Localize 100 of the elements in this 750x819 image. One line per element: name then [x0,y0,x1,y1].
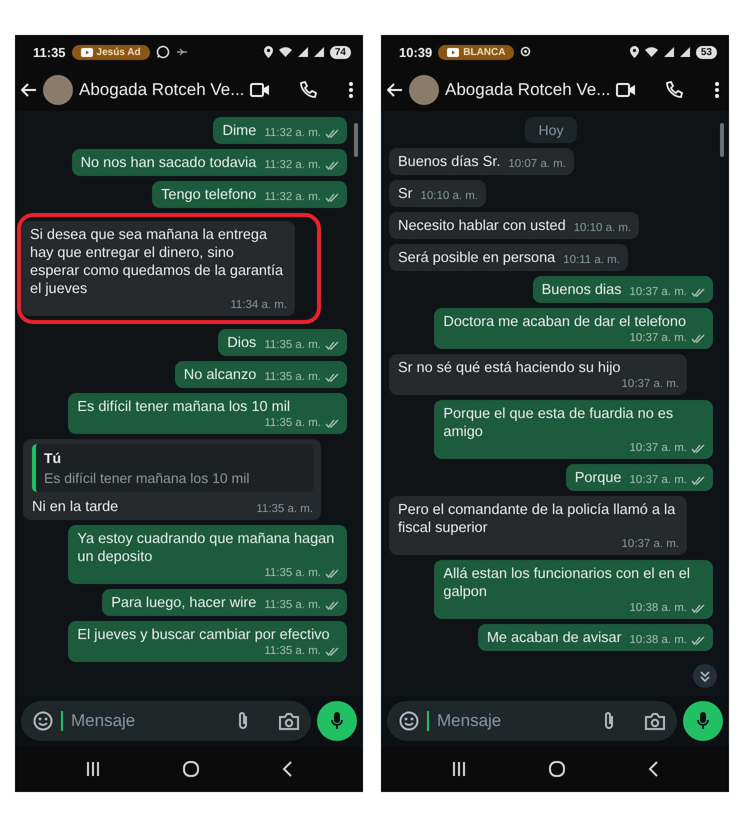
message-text: Doctora me acaban de dar el telefono [443,313,686,331]
message-text: Si desea que sea mañana la entrega hay que entregar el dinero, sino esperar como quedamos de la garantía el jueves [30,226,284,298]
double-check-icon [325,600,339,610]
home-icon[interactable] [182,761,199,777]
message-time: 10:38 a. m. [629,601,687,615]
home-icon[interactable] [548,761,565,777]
received-message-bubble[interactable]: Tú Es difícil tener mañana los 10 mil Ni en la tarde 11:35 a. m. [23,439,322,520]
sticker-icon[interactable] [33,711,53,731]
message-time: 10:37 a. m. [629,441,687,455]
video-icon [447,48,460,56]
notification-pill: BLANCA [438,44,514,60]
message-text: Sr [398,185,412,203]
sent-message-bubble[interactable]: Dios 11:35 a. m. [218,329,347,356]
message-time: 11:35 a. m. [264,416,321,430]
sent-message-bubble[interactable]: Dime 11:32 a. m. [213,117,347,144]
sent-message-bubble[interactable]: El jueves y buscar cambiar por efectivo 11:35 a. m. [68,621,347,662]
message-time: 10:11 a. m. [563,253,620,267]
quoted-message[interactable]: Tú Es difícil tener mañana los 10 mil [32,444,314,492]
video-call-icon[interactable] [250,83,270,97]
sent-message-bubble[interactable]: Porque 10:37 a. m. [566,464,713,491]
sent-message-bubble[interactable]: Buenos dias 10:37 a. m. [532,276,713,303]
more-options-icon[interactable] [715,82,719,98]
message-time: 10:10 a. m. [574,221,632,235]
message-time: 11:32 a. m. [264,190,321,204]
double-check-icon [325,128,339,138]
message-time: 10:37 a. m. [629,331,687,345]
sent-message-bubble[interactable]: No alcanzo 11:35 a. m. [174,361,347,388]
message-time: 10:10 a. m. [420,189,478,203]
sent-message-bubble[interactable]: Allá estan los funcionarios con el en el galpon 10:38 a. m. [434,560,713,619]
double-check-icon [325,646,339,656]
microphone-icon [331,712,343,730]
back-icon[interactable] [648,761,658,777]
message-input[interactable]: Mensaje [437,711,595,731]
text-cursor [61,711,63,731]
attach-icon[interactable] [603,711,615,731]
message-text: Tengo telefono [161,186,256,204]
location-icon [520,46,532,58]
video-call-icon[interactable] [616,83,636,97]
more-options-icon[interactable] [349,82,353,98]
received-message-bubble[interactable]: Sr 10:10 a. m. [389,180,486,207]
message-text: Dios [227,334,256,352]
sent-message-bubble[interactable]: Es difícil tener mañana los 10 mil 11:35 a. m. [68,393,347,434]
message-text: Es difícil tener mañana los 10 mil [77,398,290,416]
received-message-bubble[interactable]: Pero el comandante de la policía llamó a la fiscal superior 10:37 a. m. [389,496,688,555]
received-message-bubble[interactable]: Buenos días Sr. 10:07 a. m. [389,148,574,175]
double-check-icon [691,444,705,452]
message-input[interactable]: Mensaje [71,711,229,731]
attach-icon[interactable] [237,711,249,731]
quote-text: Es difícil tener mañana los 10 mil [44,469,250,487]
received-message-bubble[interactable]: Necesito hablar con usted 10:10 a. m. [389,212,640,239]
message-text: Porque el que esta de fuardia no es amigo [443,405,674,441]
message-text: Será posible en persona [398,249,556,267]
message-text: Porque [574,469,622,487]
contact-avatar[interactable] [43,75,73,105]
received-message-bubble[interactable]: Será posible en persona 10:11 a. m. [389,244,628,271]
message-input-field[interactable]: Mensaje [21,701,311,741]
sent-message-bubble[interactable]: No nos han sacado todavia 11:32 a. m. [72,149,347,176]
microphone-button[interactable] [317,701,357,741]
message-text: Ya estoy cuadrando que mañana hagan un deposito [77,530,336,566]
sent-message-bubble[interactable]: Doctora me acaban de dar el telefono 10:37 a. m. [434,308,713,349]
message-time: 10:07 a. m. [508,157,566,171]
microphone-button[interactable] [683,701,723,741]
signal-icon [314,47,324,57]
message-time: 10:37 a. m. [629,473,687,487]
sent-message-bubble[interactable]: Para luego, hacer wire 11:35 a. m. [102,589,347,616]
battery-level: 53 [696,46,717,58]
back-arrow-icon[interactable] [387,83,403,97]
sent-message-bubble[interactable]: Tengo telefono 11:32 a. m. [152,181,347,208]
message-input-field[interactable]: Mensaje [387,701,677,741]
received-message-bubble[interactable]: Si desea que sea mañana la entrega hay que entregar el dinero, sino esperar como quedamos de la garantía el jueves 11:34 a. m. [21,221,296,316]
phone-icon[interactable] [664,81,683,99]
recent-apps-icon[interactable] [452,762,466,776]
double-check-icon [691,604,705,612]
message-time: 11:32 a. m. [264,126,321,140]
sent-message-bubble[interactable]: Porque el que esta de fuardia no es amigo 10:37 a. m. [434,400,713,459]
scrollbar[interactable] [354,123,358,157]
back-arrow-icon[interactable] [21,83,37,97]
phone-icon[interactable] [298,81,317,99]
battery-level: 74 [330,46,351,58]
message-text: Buenos días Sr. [398,153,500,171]
sent-message-bubble[interactable]: Ya estoy cuadrando que mañana hagan un deposito 11:35 a. m. [68,525,347,584]
camera-icon[interactable] [279,712,299,730]
received-message-bubble[interactable]: Sr no sé qué está haciendo su hijo 10:37 a. m. [389,354,688,395]
double-check-icon [325,418,339,428]
message-time: 11:35 a. m. [264,370,321,384]
scrollbar[interactable] [720,123,724,157]
back-icon[interactable] [282,761,292,777]
camera-icon[interactable] [645,712,665,730]
message-text: Para luego, hacer wire [111,594,256,612]
message-time: 11:35 a. m. [264,566,321,580]
double-check-icon [325,160,339,170]
contact-avatar[interactable] [409,75,439,105]
double-check-icon [325,568,339,578]
message-text: Allá estan los funcionarios con el en el galpon [443,565,692,601]
message-text: Pero el comandante de la policía llamó a la fiscal superior [398,501,676,537]
message-time: 11:34 a. m. [230,298,288,312]
video-icon [80,48,93,56]
recent-apps-icon[interactable] [86,762,100,776]
sticker-icon[interactable] [399,711,419,731]
sent-message-bubble[interactable]: Me acaban de avisar 10:38 a. m. [478,624,713,651]
